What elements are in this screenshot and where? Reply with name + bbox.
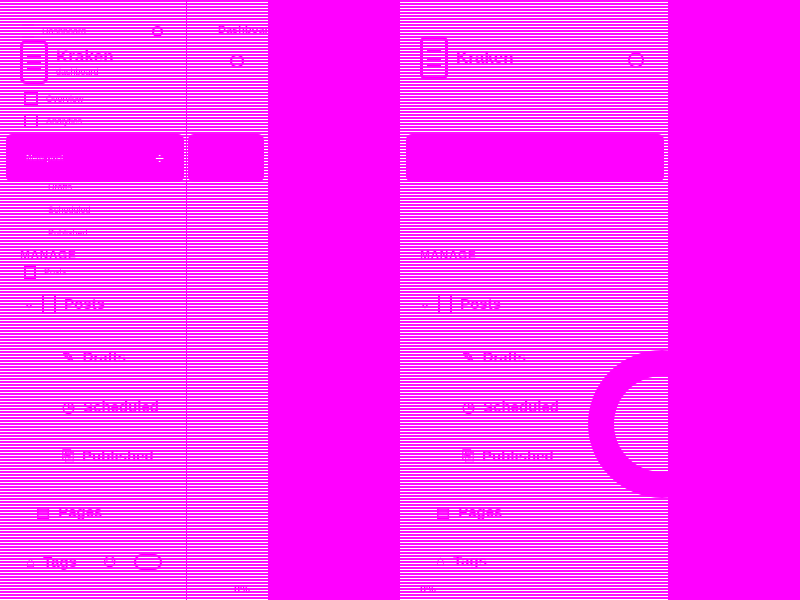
- menu-item-drafts[interactable]: ✎ Drafts: [462, 348, 526, 367]
- menu-item-label: Pages: [58, 503, 103, 521]
- brand[interactable]: Kraken dashboard: [20, 40, 114, 84]
- progress-percent: 0%: [420, 584, 436, 596]
- toggle-icon[interactable]: [134, 554, 163, 570]
- pages-icon: ▤: [36, 504, 51, 521]
- menu-item-label: Drafts: [82, 348, 126, 366]
- tag-icon: ⌂: [436, 553, 446, 570]
- manage-heading: MANAGE: [20, 248, 77, 262]
- menu-item-label: Posts: [44, 267, 67, 277]
- logo-icon: [20, 40, 48, 84]
- menu-item-label: Scheduled: [483, 398, 559, 416]
- menu-item-pages[interactable]: ▤ Pages: [36, 503, 103, 522]
- brand-subtitle: dashboard: [56, 67, 99, 77]
- middle-panel: Dashboard 0%: [188, 0, 268, 600]
- pencil-icon: ✎: [62, 349, 75, 366]
- menu-item-label: Published: [482, 448, 554, 465]
- menu-item-tags[interactable]: ⌂ Tags ⚇: [26, 553, 163, 571]
- document-icon: [438, 294, 453, 314]
- progress-percent: 0%: [234, 584, 250, 596]
- search-icon[interactable]: [152, 26, 163, 37]
- middle-title: Dashboard: [218, 24, 268, 36]
- menu-item-posts-small[interactable]: Posts: [24, 265, 67, 279]
- published-icon: ⎘: [462, 448, 475, 465]
- new-post-button-partial[interactable]: [188, 134, 264, 182]
- new-post-button[interactable]: [406, 134, 664, 182]
- sub-item-published[interactable]: Published: [48, 228, 88, 238]
- clock-icon: ◷: [462, 399, 476, 416]
- menu-item-label: Published: [82, 448, 154, 465]
- nav-item-label: Analytics: [46, 116, 83, 126]
- new-post-button[interactable]: New post +: [6, 134, 184, 182]
- menu-icon[interactable]: [22, 24, 34, 38]
- nav-item-label: Overview: [46, 94, 84, 104]
- menu-item-drafts[interactable]: ✎ Drafts: [62, 348, 126, 367]
- brand-name: Kraken: [56, 47, 114, 66]
- nav-item-analytics[interactable]: Analytics: [24, 114, 82, 128]
- menu-item-posts[interactable]: ⌄ Posts: [24, 294, 105, 314]
- menu-item-label: Tags: [453, 553, 487, 570]
- manage-heading: MANAGE: [420, 248, 477, 262]
- search-icon[interactable]: [230, 54, 244, 68]
- menu-item-label: Pages: [458, 503, 503, 521]
- panel-divider: [186, 0, 187, 600]
- menu-item-tags[interactable]: ⌂ Tags: [436, 553, 487, 570]
- menu-item-posts[interactable]: ⌄ Posts: [420, 294, 501, 314]
- menu-item-scheduled[interactable]: ◷ Scheduled: [462, 398, 559, 417]
- published-icon: ⎘: [62, 448, 75, 465]
- solid-column-b: [668, 0, 800, 600]
- chevron-down-icon: ⌄: [24, 297, 35, 311]
- clock-icon: ◷: [62, 399, 76, 416]
- brand-large[interactable]: Kraken: [420, 36, 514, 80]
- menu-item-published[interactable]: ⎘ Published: [462, 448, 554, 465]
- header-title: Dashboard: [42, 26, 87, 36]
- menu-item-label: Posts: [460, 295, 501, 313]
- tag-icon: ⌂: [26, 553, 36, 571]
- menu-item-label: Tags: [43, 553, 77, 571]
- pencil-icon: ✎: [462, 349, 475, 366]
- search-icon[interactable]: [628, 52, 644, 68]
- menu-item-label: Scheduled: [83, 398, 159, 416]
- sub-item-drafts[interactable]: Drafts: [48, 182, 72, 192]
- brand-name: Kraken: [456, 48, 514, 67]
- pages-icon: ▤: [436, 504, 451, 521]
- header-row: Dashboard: [22, 24, 86, 38]
- user-icon[interactable]: ⚇: [103, 553, 116, 571]
- menu-item-published[interactable]: ⎘ Published: [62, 448, 154, 465]
- solid-column-a: [268, 0, 400, 600]
- chart-icon: [24, 114, 38, 128]
- grid-icon: [24, 92, 38, 106]
- new-post-label: New post: [26, 153, 64, 163]
- nav-item-overview[interactable]: Overview: [24, 92, 84, 106]
- menu-item-scheduled[interactable]: ◷ Scheduled: [62, 398, 159, 417]
- document-icon: [42, 294, 57, 314]
- chevron-down-icon: ⌄: [420, 297, 431, 311]
- sub-item-scheduled[interactable]: Scheduled: [48, 205, 91, 215]
- menu-item-pages[interactable]: ▤ Pages: [436, 503, 503, 522]
- right-sidebar: Kraken MANAGE ⌄ Posts ✎ Drafts ◷ Schedul…: [400, 0, 668, 600]
- menu-item-label: Drafts: [482, 348, 526, 366]
- plus-icon: +: [155, 149, 164, 167]
- document-icon: [24, 265, 36, 279]
- menu-item-label: Posts: [64, 295, 105, 313]
- logo-icon: [420, 36, 448, 80]
- left-sidebar: Dashboard Kraken dashboard Overview Anal…: [0, 0, 186, 600]
